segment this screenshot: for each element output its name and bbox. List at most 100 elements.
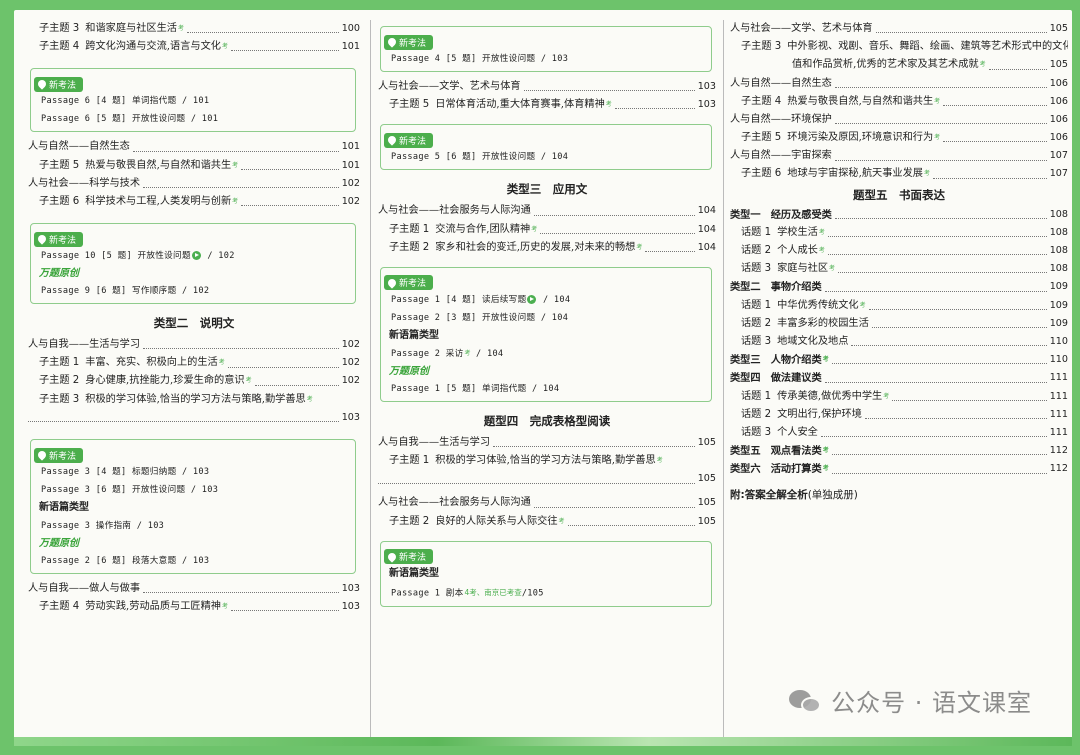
toc-entry[interactable]: 子主题 5 热爱与敬畏自然,与自然和谐共生考 101 xyxy=(28,157,360,175)
section-title: 类型三 应用文 xyxy=(506,182,588,197)
passage-entry[interactable]: Passage 6 [4 题] 单词指代题 / 101 xyxy=(39,92,347,110)
section-title: 题型四 完成表格型阅读 xyxy=(483,413,611,428)
passage-entry[interactable]: Passage 6 [5 题] 开放性设问题 / 101 xyxy=(39,110,347,128)
toc-type[interactable]: 类型一 经历及感受类 108 xyxy=(730,206,1068,224)
contents-column-3: 人与社会——文学、艺术与体育 105 子主题 3 中外影视、戏剧、音乐、舞蹈、绘画、… xyxy=(730,20,1068,502)
column-divider xyxy=(723,20,724,746)
toc-entry[interactable]: 话题 3 个人安全 111 xyxy=(730,424,1068,442)
new-text-type-label: 新语篇类型 xyxy=(39,502,89,514)
section-title: 题型五 书面表达 xyxy=(853,187,945,202)
location-pin-icon xyxy=(386,551,398,563)
new-text-type-label: 新语篇类型 xyxy=(389,329,439,341)
toc-entry[interactable]: 话题 3 地域文化及地点 110 xyxy=(730,333,1068,351)
play-icon[interactable] xyxy=(191,251,201,261)
passage-entry[interactable]: Passage 3 [4 题] 标题归纳题 / 103 xyxy=(39,463,347,481)
toc-entry[interactable]: 话题 2 个人成长考 108 xyxy=(730,242,1068,260)
toc-entry[interactable]: 子主题 2 良好的人际关系与人际交往考 105 xyxy=(378,513,716,531)
toc-topic[interactable]: 人与社会——社会服务与人际沟通 104 xyxy=(378,202,716,220)
toc-topic[interactable]: 人与社会——社会服务与人际沟通 105 xyxy=(378,495,716,513)
toc-topic[interactable]: 人与自然——环境保护 106 xyxy=(730,111,1068,129)
toc-topic[interactable]: 人与自然——自然生态 106 xyxy=(730,75,1068,93)
location-pin-icon xyxy=(36,233,48,245)
contents-column-1: 子主题 3 和谐家庭与社区生活考 100 子主题 4 跨文化沟通与交流,语言与文化考 1… xyxy=(28,20,360,616)
contents-column-2: 新考法 Passage 4 [5 题] 开放性设问题 / 103 人与社会——文… xyxy=(378,20,716,613)
original-label: 万题原创 xyxy=(39,538,79,550)
toc-entry-continued[interactable]: 105 xyxy=(378,470,716,488)
location-pin-icon xyxy=(386,36,398,48)
new-method-badge: 新考法 xyxy=(34,447,84,463)
new-method-box: 新考法 Passage 10 [5 题] 开放性设问题 / 102 万题原创 P… xyxy=(30,223,356,305)
new-method-box: 新考法 Passage 6 [4 题] 单词指代题 / 101 Passage … xyxy=(30,68,356,133)
toc-entry[interactable]: 子主题 5 日常体育活动,重大体育赛事,体育精神考 103 xyxy=(378,96,716,114)
passage-entry[interactable]: Passage 1 [5 题] 单词指代题 / 104 xyxy=(389,380,703,398)
new-text-type-label: 新语篇类型 xyxy=(389,567,439,579)
toc-entry[interactable]: 话题 1 传承美德,做优秀中学生考 111 xyxy=(730,388,1068,406)
location-pin-icon xyxy=(386,277,398,289)
original-label: 万题原创 xyxy=(39,268,79,280)
page-bottom-strip xyxy=(14,737,1072,746)
new-method-badge: 新考法 xyxy=(384,275,434,291)
toc-topic[interactable]: 人与自我——做人与做事 103 xyxy=(28,580,360,598)
toc-entry[interactable]: 话题 3 家庭与社区考 108 xyxy=(730,260,1068,278)
toc-entry[interactable]: 子主题 3 和谐家庭与社区生活考 100 xyxy=(28,20,360,38)
toc-entry[interactable]: 子主题 4 跨文化沟通与交流,语言与文化考 101 xyxy=(28,38,360,56)
watermark: 公众号 · 语文课室 xyxy=(789,683,1032,718)
play-icon[interactable] xyxy=(527,294,537,304)
location-pin-icon xyxy=(386,134,398,147)
location-pin-icon xyxy=(36,78,48,91)
toc-topic[interactable]: 人与社会——文学、艺术与体育 103 xyxy=(378,78,716,96)
passage-entry[interactable]: Passage 2 [3 题] 开放性设问题 / 104 xyxy=(389,309,703,327)
toc-entry[interactable]: 子主题 1 丰富、充实、积极向上的生活考 102 xyxy=(28,354,360,372)
toc-entry[interactable]: 子主题 1 积极的学习体验,恰当的学习方法与策略,勤学善思考 xyxy=(378,452,716,470)
toc-entry[interactable]: 子主题 5 环境污染及原因,环境意识和行为考 106 xyxy=(730,129,1068,147)
new-method-badge: 新考法 xyxy=(384,549,434,565)
appendix-note: 附:答案全解全析(单独成册) xyxy=(730,488,858,501)
original-label: 万题原创 xyxy=(389,365,429,377)
passage-entry[interactable]: Passage 3 [6 题] 开放性设问题 / 103 xyxy=(39,481,347,499)
toc-topic[interactable]: 人与自然——宇宙探索 107 xyxy=(730,147,1068,165)
book-page: 子主题 3 和谐家庭与社区生活考 100 子主题 4 跨文化沟通与交流,语言与文化考 1… xyxy=(14,10,1072,746)
toc-entry[interactable]: 话题 1 学校生活考 108 xyxy=(730,224,1068,242)
new-method-badge: 新考法 xyxy=(34,76,84,92)
new-method-box: 新考法 Passage 1 [4 题] 读后续写题 / 104 Passage … xyxy=(380,266,712,402)
toc-topic[interactable]: 人与自我——生活与学习 105 xyxy=(378,434,716,452)
new-method-box: 新考法 Passage 5 [6 题] 开放性设问题 / 104 xyxy=(380,124,712,171)
passage-entry[interactable]: Passage 1 [4 题] 读后续写题 / 104 xyxy=(389,291,703,309)
passage-entry[interactable]: Passage 5 [6 题] 开放性设问题 / 104 xyxy=(389,148,703,166)
toc-entry[interactable]: 子主题 4 热爱与敬畏自然,与自然和谐共生考 106 xyxy=(730,93,1068,111)
toc-type[interactable]: 类型六 活动打算类考 112 xyxy=(730,460,1068,478)
passage-entry[interactable]: Passage 4 [5 题] 开放性设问题 / 103 xyxy=(389,50,703,68)
toc-type[interactable]: 类型四 做法建议类 111 xyxy=(730,369,1068,387)
new-method-box: 新考法 Passage 3 [4 题] 标题归纳题 / 103 Passage … xyxy=(30,439,356,575)
toc-entry[interactable]: 子主题 2 家乡和社会的变迁,历史的发展,对未来的畅想考 104 xyxy=(378,239,716,257)
passage-entry[interactable]: Passage 1 剧本4考、南京已考查/105 xyxy=(389,583,703,603)
toc-topic[interactable]: 人与自然——自然生态 101 xyxy=(28,138,360,156)
new-method-box: 新考法 Passage 4 [5 题] 开放性设问题 / 103 xyxy=(380,26,712,72)
toc-entry[interactable]: 子主题 3 中外影视、戏剧、音乐、舞蹈、绘画、建筑等艺术形式中的文化价 xyxy=(730,38,1068,56)
toc-entry[interactable]: 子主题 6 地球与宇宙探秘,航天事业发展考 107 xyxy=(730,166,1068,184)
toc-entry[interactable]: 子主题 6 科学技术与工程,人类发明与创新考 102 xyxy=(28,193,360,211)
toc-entry[interactable]: 话题 2 文明出行,保护环境 111 xyxy=(730,406,1068,424)
toc-topic[interactable]: 人与社会——文学、艺术与体育 105 xyxy=(730,20,1068,38)
toc-entry[interactable]: 话题 2 丰富多彩的校园生活 109 xyxy=(730,315,1068,333)
new-method-badge: 新考法 xyxy=(384,34,434,50)
toc-entry-continued[interactable]: 103 xyxy=(28,409,360,427)
toc-entry[interactable]: 子主题 1 交流与合作,团队精神考 104 xyxy=(378,221,716,239)
new-method-badge: 新考法 xyxy=(384,132,434,148)
toc-topic[interactable]: 人与社会——科学与技术 102 xyxy=(28,175,360,193)
toc-entry-continued[interactable]: 值和作品赏析,优秀的艺术家及其艺术成就考 105 xyxy=(730,56,1068,74)
passage-entry[interactable]: Passage 2 [6 题] 段落大意题 / 103 xyxy=(39,552,347,570)
toc-type[interactable]: 类型五 观点看法类考 112 xyxy=(730,442,1068,460)
passage-entry[interactable]: Passage 3 操作指南 / 103 xyxy=(39,517,347,535)
passage-entry[interactable]: Passage 2 采访考 / 104 xyxy=(389,345,703,363)
toc-topic[interactable]: 人与自我——生活与学习 102 xyxy=(28,336,360,354)
section-title: 类型二 说明文 xyxy=(153,316,235,331)
toc-type[interactable]: 类型二 事物介绍类 109 xyxy=(730,278,1068,296)
passage-entry[interactable]: Passage 9 [6 题] 写作顺序题 / 102 xyxy=(39,282,347,300)
toc-entry[interactable]: 子主题 2 身心健康,抗挫能力,珍爱生命的意识考 102 xyxy=(28,373,360,391)
toc-entry[interactable]: 话题 1 中华优秀传统文化考 109 xyxy=(730,297,1068,315)
toc-entry[interactable]: 子主题 4 劳动实践,劳动品质与工匠精神考 103 xyxy=(28,598,360,616)
toc-type[interactable]: 类型三 人物介绍类考 110 xyxy=(730,351,1068,369)
passage-entry[interactable]: Passage 10 [5 题] 开放性设问题 / 102 xyxy=(39,247,347,265)
toc-entry[interactable]: 子主题 3 积极的学习体验,恰当的学习方法与策略,勤学善思考 xyxy=(28,391,360,409)
